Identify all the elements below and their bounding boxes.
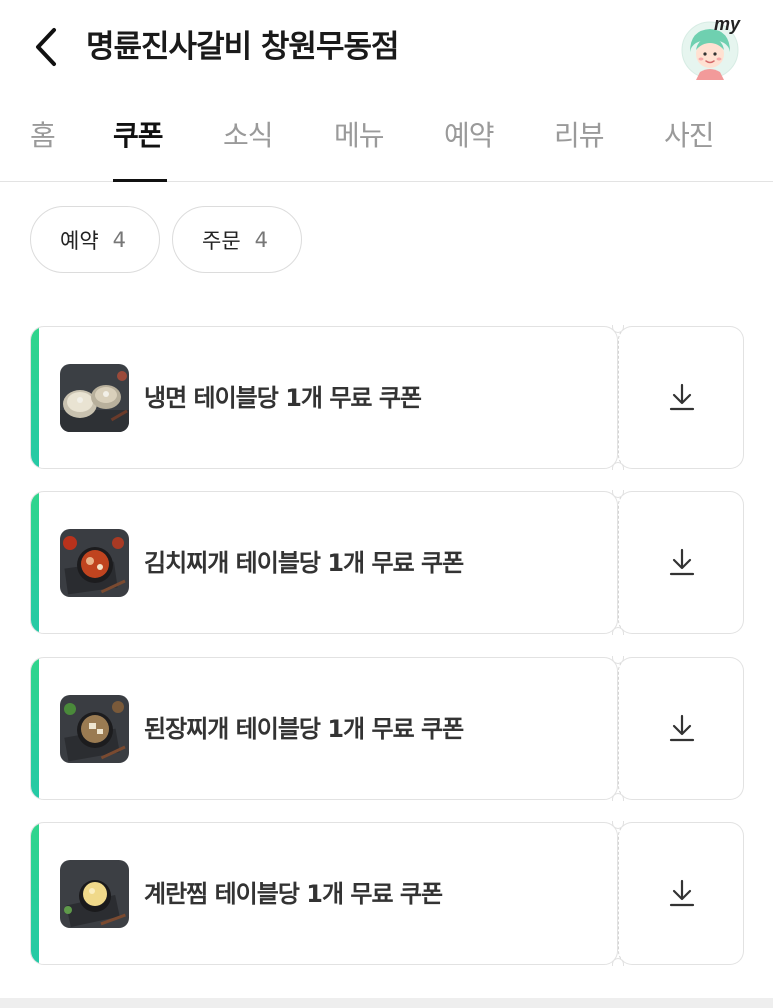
coupon-accent-bar <box>31 658 39 799</box>
download-icon <box>669 879 695 907</box>
app-header: 명륜진사갈비 창원무동점 my <box>0 0 773 96</box>
avatar-my-text: my <box>714 16 741 34</box>
coupon-body[interactable]: 김치찌개 테이블당 1개 무료 쿠폰 <box>30 491 618 634</box>
coupon-thumbnail-kimchi-stew <box>60 529 129 597</box>
tab-bar: 홈 쿠폰 소식 메뉴 예약 리뷰 사진 <box>0 96 773 182</box>
tab-review[interactable]: 리뷰 <box>554 116 605 156</box>
coupon-title: 계란찜 테이블당 1개 무료 쿠폰 <box>144 880 443 908</box>
coupon-body[interactable]: 계란찜 테이블당 1개 무료 쿠폰 <box>30 822 618 965</box>
download-icon <box>669 714 695 742</box>
download-icon <box>669 383 695 411</box>
coupon-download-button[interactable] <box>618 657 744 800</box>
ticket-notch <box>612 793 624 801</box>
coupon-title: 김치찌개 테이블당 1개 무료 쿠폰 <box>144 549 464 577</box>
tab-news[interactable]: 소식 <box>223 116 274 156</box>
tab-reservation[interactable]: 예약 <box>444 116 495 156</box>
coupon-card: 된장찌개 테이블당 1개 무료 쿠폰 <box>30 656 744 801</box>
coupon-download-button[interactable] <box>618 326 744 469</box>
filter-chip-label: 주문 <box>202 228 241 253</box>
coupon-body[interactable]: 냉면 테이블당 1개 무료 쿠폰 <box>30 326 618 469</box>
tab-photo[interactable]: 사진 <box>664 116 715 156</box>
coupon-body[interactable]: 된장찌개 테이블당 1개 무료 쿠폰 <box>30 657 618 800</box>
coupon-card: 계란찜 테이블당 1개 무료 쿠폰 <box>30 821 744 966</box>
chevron-left-icon <box>36 28 56 66</box>
ticket-notch <box>612 958 624 966</box>
coupon-title: 냉면 테이블당 1개 무료 쿠폰 <box>144 384 422 412</box>
coupon-thumbnail-doenjang-stew <box>60 695 129 763</box>
filter-chip-reservation[interactable]: 예약 4 <box>30 206 160 273</box>
back-button[interactable] <box>28 24 68 70</box>
my-profile-button[interactable]: my <box>678 14 742 80</box>
filter-chip-count: 4 <box>112 227 127 252</box>
coupon-title: 된장찌개 테이블당 1개 무료 쿠폰 <box>144 715 464 743</box>
coupon-card: 냉면 테이블당 1개 무료 쿠폰 <box>30 325 744 470</box>
tab-coupon[interactable]: 쿠폰 <box>113 116 164 156</box>
coupon-accent-bar <box>31 327 39 468</box>
page-title: 명륜진사갈비 창원무동점 <box>86 29 400 65</box>
active-tab-indicator <box>113 179 167 182</box>
tab-home[interactable]: 홈 <box>30 116 56 156</box>
filter-chip-label: 예약 <box>60 228 99 253</box>
download-icon <box>669 548 695 576</box>
filter-chip-order[interactable]: 주문 4 <box>172 206 302 273</box>
ticket-notch <box>612 462 624 470</box>
avatar-icon: my <box>681 14 741 80</box>
coupon-thumbnail-naengmyeon <box>60 364 129 432</box>
coupon-thumbnail-steamed-egg <box>60 860 129 928</box>
filter-chip-count: 4 <box>254 227 269 252</box>
tab-menu[interactable]: 메뉴 <box>334 116 385 156</box>
coupon-card: 김치찌개 테이블당 1개 무료 쿠폰 <box>30 490 744 635</box>
coupon-accent-bar <box>31 823 39 964</box>
ticket-notch <box>612 627 624 635</box>
coupon-accent-bar <box>31 492 39 633</box>
bottom-divider <box>0 998 773 1008</box>
coupon-download-button[interactable] <box>618 822 744 965</box>
coupon-download-button[interactable] <box>618 491 744 634</box>
